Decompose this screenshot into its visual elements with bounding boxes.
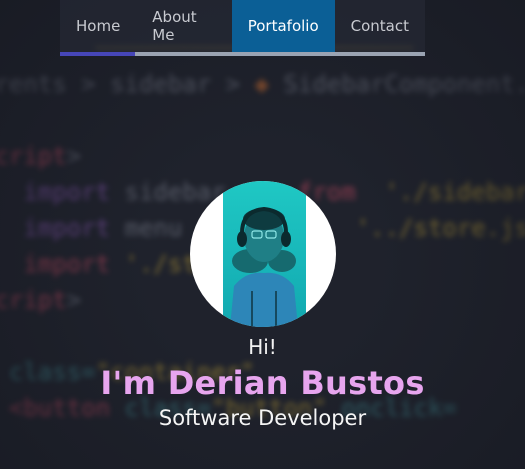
- main-navigation: Home About Me Portafolio Contact: [60, 0, 425, 52]
- hero-role: Software Developer: [158, 406, 367, 430]
- hero-section: Hi! I'm Derian Bustos Software Developer: [0, 181, 525, 431]
- nav-active-indicator: [60, 52, 135, 56]
- greeting-text: Hi!: [248, 335, 277, 359]
- nav-item-about-me[interactable]: About Me: [136, 0, 231, 52]
- nav-underline: [60, 52, 425, 56]
- profile-photo: [222, 181, 306, 327]
- nav-item-home[interactable]: Home: [60, 0, 136, 52]
- nav-item-portafolio[interactable]: Portafolio: [231, 0, 335, 52]
- hero-name: I'm Derian Bustos: [100, 364, 425, 402]
- nav-item-contact[interactable]: Contact: [335, 0, 425, 52]
- profile-avatar: [189, 181, 336, 327]
